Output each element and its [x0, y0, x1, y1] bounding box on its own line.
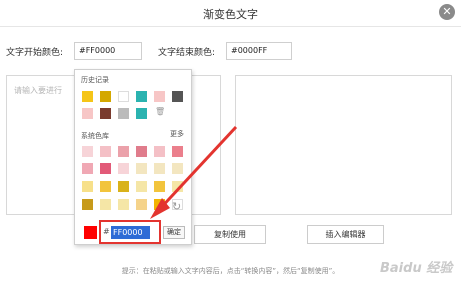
- annotation-arrow: [150, 125, 238, 219]
